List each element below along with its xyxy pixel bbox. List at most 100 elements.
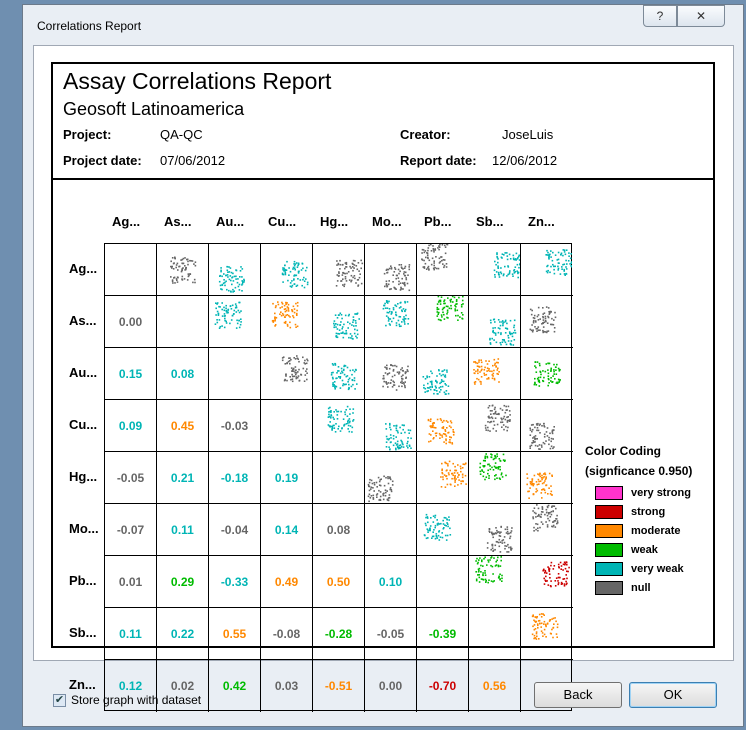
store-graph-checkbox[interactable]: ✔ bbox=[53, 694, 66, 707]
scatter-point bbox=[539, 318, 541, 320]
scatter-point bbox=[333, 427, 335, 429]
scatter-point bbox=[438, 262, 441, 264]
scatter-thumbnail bbox=[157, 244, 209, 296]
scatter-point bbox=[442, 476, 444, 478]
scatter-point bbox=[460, 470, 462, 473]
scatter-point bbox=[538, 379, 540, 382]
scatter-point bbox=[446, 522, 448, 524]
scatter-point bbox=[400, 286, 402, 289]
scatter-point bbox=[235, 311, 238, 313]
scatter-point bbox=[386, 271, 389, 274]
scatter-point bbox=[498, 545, 501, 548]
ok-button[interactable]: OK bbox=[629, 682, 717, 708]
scatter-point bbox=[543, 614, 545, 616]
scatter-point bbox=[504, 411, 507, 414]
column-header: Mo... bbox=[372, 214, 402, 229]
scatter-point bbox=[433, 392, 435, 395]
scatter-point bbox=[495, 271, 498, 273]
legend-item: weak bbox=[595, 543, 658, 557]
scatter-point bbox=[536, 523, 539, 526]
scatter-point bbox=[536, 330, 538, 332]
scatter-point bbox=[545, 511, 548, 514]
scatter-point bbox=[494, 276, 496, 278]
scatter-point bbox=[528, 497, 530, 499]
scatter-point bbox=[443, 527, 445, 529]
scatter-point bbox=[539, 472, 541, 475]
scatter-point bbox=[499, 460, 502, 462]
scatter-point bbox=[550, 633, 552, 635]
scatter-point bbox=[385, 428, 388, 430]
scatter-point bbox=[404, 386, 406, 389]
scatter-point bbox=[355, 325, 357, 327]
scatter-point bbox=[511, 332, 514, 335]
scatter-point bbox=[541, 482, 544, 485]
scatter-point bbox=[540, 513, 543, 516]
scatter-point bbox=[493, 269, 496, 272]
scatter-point bbox=[529, 487, 531, 489]
scatter-point bbox=[533, 619, 535, 622]
scatter-point bbox=[500, 556, 502, 558]
scatter-point bbox=[354, 260, 356, 262]
close-button[interactable]: ✕ bbox=[677, 5, 725, 27]
scatter-point bbox=[294, 366, 297, 368]
scatter-point bbox=[187, 263, 189, 266]
scatter-point bbox=[538, 385, 541, 387]
scatter-point bbox=[505, 409, 508, 411]
scatter-point bbox=[539, 376, 542, 379]
scatter-point bbox=[543, 623, 545, 625]
scatter-point bbox=[438, 387, 441, 389]
scatter-point bbox=[427, 382, 429, 385]
scatter-point bbox=[341, 370, 343, 373]
scatter-point bbox=[236, 319, 238, 322]
scatter-thumbnail bbox=[313, 348, 365, 400]
scatter-point bbox=[487, 426, 489, 429]
scatter-thumbnail bbox=[313, 296, 365, 348]
scatter-point bbox=[506, 526, 509, 528]
scatter-thumbnail bbox=[521, 348, 573, 400]
scatter-point bbox=[295, 376, 298, 378]
scatter-point bbox=[441, 421, 444, 423]
scatter-point bbox=[288, 274, 290, 276]
scatter-point bbox=[508, 253, 511, 256]
scatter-point bbox=[375, 494, 378, 496]
scatter-point bbox=[171, 267, 173, 269]
scatter-point bbox=[351, 335, 353, 337]
scatter-point bbox=[226, 311, 229, 313]
scatter-point bbox=[533, 317, 536, 320]
scatter-point bbox=[497, 261, 499, 264]
scatter-point bbox=[237, 309, 240, 312]
scatter-point bbox=[397, 431, 399, 434]
scatter-point bbox=[389, 424, 391, 426]
scatter-point bbox=[284, 378, 286, 381]
scatter-point bbox=[345, 383, 347, 386]
scatter-point bbox=[348, 418, 351, 420]
scatter-point bbox=[333, 424, 335, 427]
scatter-point bbox=[452, 474, 454, 477]
scatter-point bbox=[513, 339, 516, 341]
scatter-point bbox=[473, 381, 476, 384]
scatter-point bbox=[404, 323, 406, 325]
scatter-point bbox=[497, 564, 500, 567]
store-graph-label[interactable]: Store graph with dataset bbox=[71, 693, 201, 707]
scatter-point bbox=[499, 535, 502, 537]
help-button[interactable]: ? bbox=[643, 5, 677, 27]
scatter-point bbox=[482, 572, 484, 574]
scatter-point bbox=[480, 578, 483, 580]
back-button[interactable]: Back bbox=[534, 682, 622, 708]
scatter-point bbox=[485, 429, 487, 431]
scatter-point bbox=[565, 249, 568, 251]
scatter-point bbox=[375, 481, 378, 484]
scatter-point bbox=[445, 266, 448, 268]
scatter-point bbox=[235, 278, 237, 280]
scatter-point bbox=[436, 306, 439, 309]
scatter-point bbox=[493, 369, 495, 372]
scatter-point bbox=[492, 469, 495, 471]
scatter-point bbox=[386, 490, 388, 492]
scatter-point bbox=[444, 534, 447, 537]
scatter-point bbox=[302, 367, 305, 370]
scatter-point bbox=[452, 301, 454, 303]
scatter-point bbox=[306, 283, 309, 286]
scatter-point bbox=[341, 274, 344, 276]
scatter-point bbox=[384, 489, 387, 491]
scatter-point bbox=[491, 370, 493, 373]
